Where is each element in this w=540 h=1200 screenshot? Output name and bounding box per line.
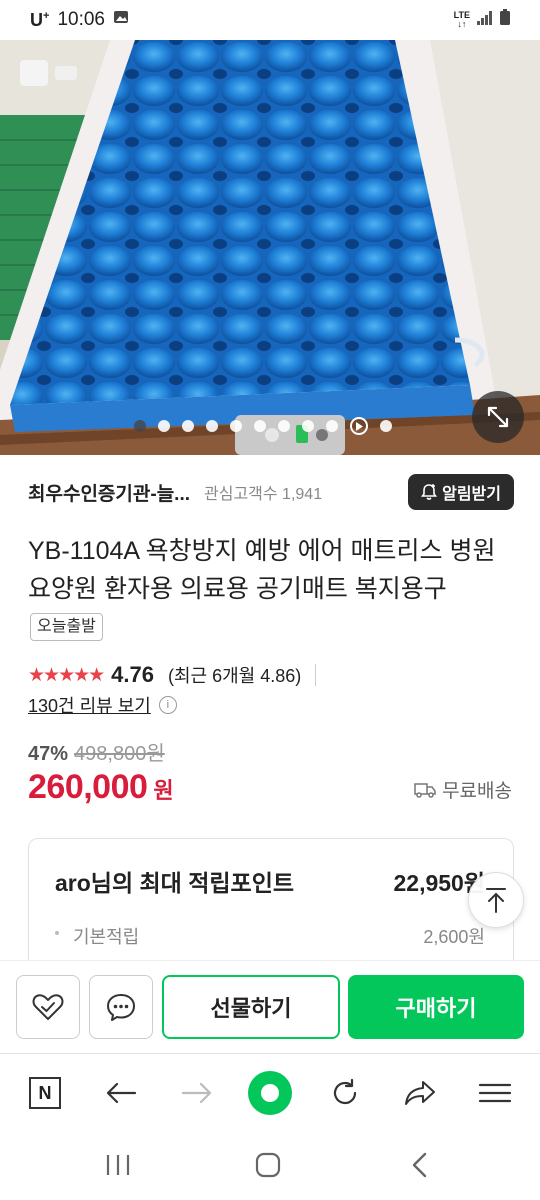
product-title: YB-1104A 욕창방지 예방 에어 매트리스 병원 요양원 환자용 의료용 … bbox=[28, 532, 518, 646]
base-points-value: 2,600원 bbox=[423, 927, 485, 947]
rating-value: 4.76 bbox=[111, 662, 154, 687]
scroll-to-top-button[interactable] bbox=[468, 872, 524, 928]
clock: 10:06 bbox=[57, 9, 105, 30]
green-dot-icon bbox=[248, 1071, 292, 1115]
sale-price-row: 260,000 원 bbox=[28, 768, 174, 807]
discount-rate: 47% bbox=[28, 743, 69, 765]
arrow-left-icon bbox=[106, 1082, 137, 1104]
gallery-icon bbox=[113, 9, 129, 31]
expand-image-button[interactable] bbox=[472, 391, 524, 443]
carousel-dot[interactable] bbox=[230, 420, 242, 432]
shipping-label: 무료배송 bbox=[442, 781, 512, 802]
subscribe-alarm-button[interactable]: 알림받기 bbox=[408, 474, 514, 510]
seller-name[interactable]: 최우수인증기관-늘... bbox=[28, 479, 190, 506]
play-video-icon[interactable] bbox=[350, 417, 368, 435]
talk-chat-button[interactable] bbox=[89, 975, 153, 1039]
points-title: aro님의 최대 적립포인트 bbox=[55, 870, 295, 896]
bullet bbox=[55, 931, 59, 935]
truck-icon bbox=[414, 782, 436, 798]
rating-stars: ★★★★★ bbox=[28, 664, 105, 686]
naver-n-icon: N bbox=[29, 1077, 61, 1109]
menu-button[interactable] bbox=[470, 1068, 520, 1118]
forward-button[interactable] bbox=[172, 1068, 222, 1118]
status-bar: U+ 10:06 LTE ↓↑ bbox=[0, 0, 540, 40]
recent-rating: (최근 6개월 4.86) bbox=[168, 666, 302, 686]
system-navigation-bar bbox=[0, 1131, 540, 1200]
arrow-right-icon bbox=[181, 1082, 212, 1104]
carousel-dot[interactable] bbox=[254, 420, 266, 432]
carousel-dot[interactable] bbox=[326, 420, 338, 432]
refresh-icon bbox=[333, 1078, 357, 1105]
original-price: 498,800원 bbox=[74, 743, 165, 765]
hamburger-menu-icon bbox=[478, 1083, 512, 1103]
today-shipping-badge: 오늘출발 bbox=[30, 613, 103, 641]
buy-button[interactable]: 구매하기 bbox=[348, 975, 524, 1039]
product-image[interactable] bbox=[0, 40, 540, 455]
base-points-label: 기본적립 bbox=[73, 927, 140, 947]
home-square-icon bbox=[255, 1152, 281, 1178]
alarm-label: 알림받기 bbox=[442, 486, 501, 503]
points-card: aro님의 최대 적립포인트 22,950원 기본적립 2,600원 bbox=[28, 838, 514, 978]
bell-plus-icon bbox=[421, 484, 438, 500]
carousel-dot[interactable] bbox=[158, 420, 170, 432]
discount-row: 47% 498,800원 bbox=[28, 737, 165, 766]
view-reviews-link[interactable]: 130건 리뷰 보기 bbox=[28, 692, 151, 718]
share-button[interactable] bbox=[395, 1068, 445, 1118]
carousel-dot[interactable] bbox=[182, 420, 194, 432]
free-shipping: 무료배송 bbox=[414, 776, 512, 803]
system-back-button[interactable] bbox=[395, 1147, 445, 1183]
back-button[interactable] bbox=[96, 1068, 146, 1118]
recent-apps-icon bbox=[106, 1155, 130, 1175]
reviews-row: 130건 리뷰 보기 i bbox=[28, 692, 177, 718]
price-unit: 원 bbox=[153, 778, 174, 803]
wishlist-button[interactable] bbox=[16, 975, 80, 1039]
arrow-up-icon bbox=[486, 888, 506, 913]
battery-icon bbox=[500, 9, 510, 31]
sale-price: 260,000 bbox=[28, 768, 148, 806]
gift-button[interactable]: 선물하기 bbox=[162, 975, 340, 1039]
expand-icon bbox=[487, 406, 509, 428]
carousel-dot[interactable] bbox=[380, 420, 392, 432]
carousel-dot[interactable] bbox=[278, 420, 290, 432]
home-button[interactable] bbox=[243, 1147, 293, 1183]
air-mattress-photo bbox=[0, 40, 540, 455]
divider bbox=[315, 664, 317, 686]
carousel-dot[interactable] bbox=[206, 420, 218, 432]
signal-icon bbox=[477, 9, 493, 31]
naver-home-button[interactable]: N bbox=[20, 1068, 70, 1118]
info-icon[interactable]: i bbox=[158, 696, 177, 714]
carousel-indicator[interactable] bbox=[0, 417, 540, 435]
refresh-button[interactable] bbox=[320, 1068, 370, 1118]
recent-apps-button[interactable] bbox=[93, 1147, 143, 1183]
chevron-left-icon bbox=[412, 1152, 427, 1178]
chat-bubble-icon bbox=[107, 994, 135, 1021]
carousel-dot[interactable] bbox=[302, 420, 314, 432]
share-arrow-icon bbox=[405, 1081, 435, 1105]
green-dot-button[interactable] bbox=[245, 1068, 295, 1118]
purchase-action-bar: 선물하기 구매하기 bbox=[0, 960, 540, 1052]
browser-toolbar: N bbox=[0, 1053, 540, 1131]
seller-row: 최우수인증기관-늘... 관심고객수 1,941 알림받기 bbox=[28, 470, 514, 514]
rating-row: ★★★★★ 4.76 (최근 6개월 4.86) bbox=[28, 660, 317, 690]
carousel-dot[interactable] bbox=[134, 420, 146, 432]
heart-check-icon bbox=[32, 994, 64, 1020]
product-title-text: YB-1104A 욕창방지 예방 에어 매트리스 병원 요양원 환자용 의료용 … bbox=[28, 537, 496, 603]
lte-indicator: LTE ↓↑ bbox=[453, 10, 470, 29]
followers-count: 관심고객수 1,941 bbox=[204, 486, 323, 503]
carrier-label: U+ bbox=[30, 9, 50, 30]
